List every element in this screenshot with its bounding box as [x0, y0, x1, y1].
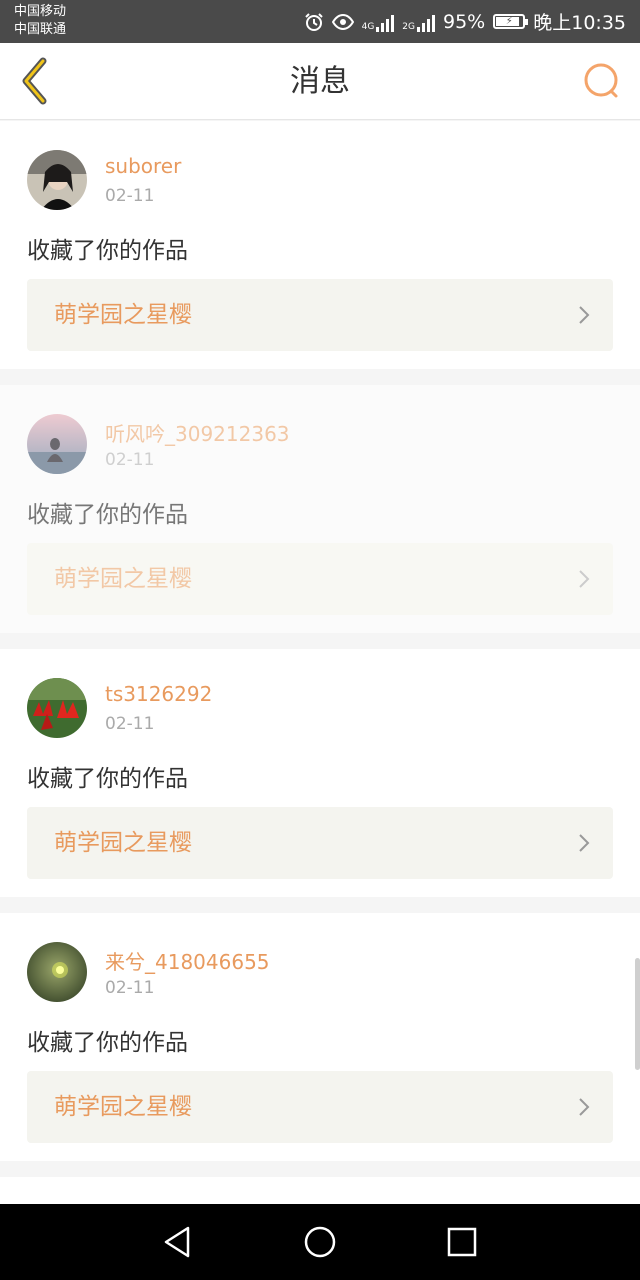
work-title: 萌学园之星樱 [54, 1094, 192, 1120]
message-date: 02-11 [105, 978, 155, 998]
message-date: 02-11 [105, 186, 155, 206]
triangle-back-icon[interactable] [158, 1222, 198, 1262]
work-title: 萌学园之星樱 [54, 302, 192, 328]
carrier-info: 中国移动 中国联通 [14, 3, 66, 39]
message-card: ts3126292 02-11 收藏了你的作品 萌学园之星樱 [0, 649, 640, 897]
chevron-right-icon [579, 570, 590, 588]
signal-2-icon: 2G [402, 11, 435, 32]
message-card: 来兮_418046655 02-11 收藏了你的作品 萌学园之星樱 [0, 913, 640, 1161]
page-title: 消息 [290, 64, 350, 99]
username[interactable]: suborer [105, 154, 181, 178]
work-title: 萌学园之星樱 [54, 830, 192, 856]
username[interactable]: ts3126292 [105, 682, 212, 706]
avatar[interactable] [27, 678, 87, 738]
chevron-right-icon [579, 834, 590, 852]
message-card: suborer 02-11 收藏了你的作品 萌学园之星樱 [0, 121, 640, 369]
message-date: 02-11 [105, 450, 155, 470]
avatar[interactable] [27, 414, 87, 474]
system-nav-bar [0, 1204, 640, 1280]
app-header: 消息 [0, 43, 640, 120]
action-text: 收藏了你的作品 [27, 502, 188, 528]
username[interactable]: 听风吟_309212363 [105, 418, 290, 447]
avatar[interactable] [27, 942, 87, 1002]
work-link[interactable]: 萌学园之星樱 [27, 279, 613, 351]
chevron-right-icon [579, 1098, 590, 1116]
scrollbar[interactable] [635, 958, 640, 1070]
signal-1-icon: 4G [362, 11, 395, 32]
search-icon [584, 63, 618, 98]
battery-icon: ⚡ [493, 14, 529, 29]
action-text: 收藏了你的作品 [27, 238, 188, 264]
username[interactable]: 来兮_418046655 [105, 946, 270, 975]
work-link[interactable]: 萌学园之星樱 [27, 543, 613, 615]
clock: 晚上10:35 [533, 12, 626, 34]
network-type-2: 2G [402, 22, 415, 32]
chevron-right-icon [579, 306, 590, 324]
network-type-1: 4G [361, 22, 375, 32]
carrier-1: 中国移动 [14, 4, 67, 19]
message-list: suborer 02-11 收藏了你的作品 萌学园之星樱 听风吟_3092123… [0, 121, 640, 1233]
status-bar: 中国移动 中国联通 4G 2G 95% ⚡ 晚上10:35 [0, 0, 640, 43]
square-recents-icon[interactable] [442, 1222, 482, 1262]
message-date: 02-11 [105, 714, 155, 734]
carrier-2: 中国联通 [14, 22, 67, 37]
battery-percent: 95% [443, 10, 486, 33]
action-text: 收藏了你的作品 [27, 1030, 188, 1056]
work-link[interactable]: 萌学园之星樱 [27, 1071, 613, 1143]
work-title: 萌学园之星樱 [54, 566, 192, 592]
status-icons: 4G 2G 95% ⚡ 晚上10:35 [304, 0, 626, 43]
circle-home-icon[interactable] [300, 1222, 340, 1262]
alarm-icon [304, 12, 324, 32]
search-button[interactable] [574, 53, 630, 109]
action-text: 收藏了你的作品 [27, 766, 188, 792]
eye-comfort-icon [331, 13, 354, 30]
avatar[interactable] [27, 150, 87, 210]
message-card: 听风吟_309212363 02-11 收藏了你的作品 萌学园之星樱 [0, 385, 640, 633]
work-link[interactable]: 萌学园之星樱 [27, 807, 613, 879]
